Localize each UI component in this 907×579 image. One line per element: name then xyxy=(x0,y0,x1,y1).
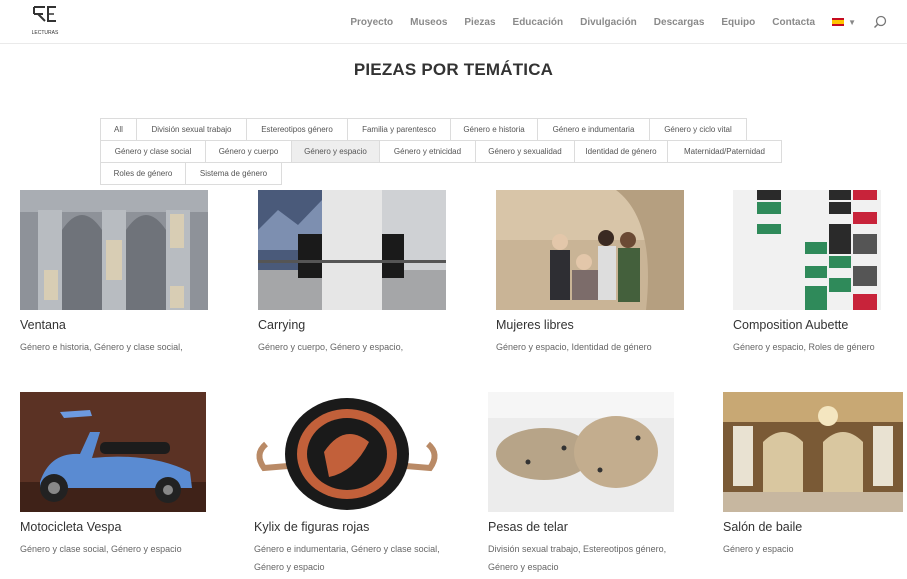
site-header: LECTURAS Proyecto Museos Piezas Educació… xyxy=(0,0,907,44)
piece-tags: Género y cuerpo, Género y espacio, xyxy=(258,342,404,352)
filter-genero-ciclo-vital[interactable]: Género y ciclo vital xyxy=(649,118,747,141)
page-title: PIEZAS POR TEMÁTICA xyxy=(353,60,554,79)
piece-card[interactable]: Pesas de telar División sexual trabajo, … xyxy=(488,392,688,576)
filter-all[interactable]: All xyxy=(100,118,137,141)
spain-flag-icon xyxy=(832,18,845,26)
main-nav: Proyecto Museos Piezas Educación Divulga… xyxy=(333,0,887,44)
piece-image-mujeres-libres[interactable] xyxy=(496,190,684,310)
piece-image-composition-aubette[interactable] xyxy=(733,190,881,310)
piece-title[interactable]: Mujeres libres xyxy=(496,318,696,332)
site-logo[interactable]: LECTURAS xyxy=(30,4,60,38)
filter-familia-parentesco[interactable]: Familia y parentesco xyxy=(347,118,451,141)
filter-genero-etnicidad[interactable]: Género y etnicidad xyxy=(379,140,476,163)
piece-card[interactable]: Mujeres libres Género y espacio, Identid… xyxy=(496,190,696,356)
piece-title[interactable]: Ventana xyxy=(20,318,220,332)
piece-card[interactable]: Carrying Género y cuerpo, Género y espac… xyxy=(258,190,458,356)
nav-equipo[interactable]: Equipo xyxy=(721,17,755,28)
filter-genero-espacio[interactable]: Género y espacio xyxy=(291,140,380,163)
category-filters: All División sexual trabajo Estereotipos… xyxy=(100,118,800,185)
nav-educacion[interactable]: Educación xyxy=(513,17,564,28)
piece-tags: Género y clase social, Género y espacio xyxy=(20,544,182,554)
piece-image-motocicleta-vespa[interactable] xyxy=(20,392,206,512)
piece-card[interactable]: Ventana Género e historia, Género y clas… xyxy=(20,190,220,356)
piece-card[interactable]: Motocicleta Vespa Género y clase social,… xyxy=(20,392,220,558)
nav-piezas[interactable]: Piezas xyxy=(464,17,495,28)
piece-title[interactable]: Salón de baile xyxy=(723,520,903,534)
piece-title[interactable]: Pesas de telar xyxy=(488,520,688,534)
piece-card[interactable]: Salón de baile Género y espacio xyxy=(723,392,903,558)
piece-tags: Género y espacio, Roles de género xyxy=(733,342,875,352)
piece-image-salon-de-baile[interactable] xyxy=(723,392,903,512)
piece-image-carrying[interactable] xyxy=(258,190,446,310)
search-icon[interactable] xyxy=(873,15,887,29)
nav-proyecto[interactable]: Proyecto xyxy=(350,17,393,28)
filter-row: All División sexual trabajo Estereotipos… xyxy=(100,118,800,141)
piece-image-pesas-de-telar[interactable] xyxy=(488,392,674,512)
filter-row: Género y clase social Género y cuerpo Gé… xyxy=(100,140,800,163)
filter-estereotipos-genero[interactable]: Estereotipos género xyxy=(246,118,348,141)
piece-card[interactable]: Kylix de figuras rojas Género e indument… xyxy=(254,392,454,576)
piece-title[interactable]: Kylix de figuras rojas xyxy=(254,520,454,534)
piece-card[interactable]: Composition Aubette Género y espacio, Ro… xyxy=(733,190,903,356)
piece-tags: Género e indumentaria, Género y clase so… xyxy=(254,544,440,572)
logo-wordmark: LECTURAS xyxy=(32,30,59,36)
section-gap xyxy=(0,358,907,388)
filter-sistema-genero[interactable]: Sistema de género xyxy=(185,162,282,185)
nav-contacta[interactable]: Contacta xyxy=(772,17,815,28)
filter-division-sexual-trabajo[interactable]: División sexual trabajo xyxy=(136,118,247,141)
piece-image-kylix[interactable] xyxy=(254,392,440,512)
piece-tags: Género e historia, Género y clase social… xyxy=(20,342,183,352)
filter-genero-historia[interactable]: Género e historia xyxy=(450,118,538,141)
piece-title[interactable]: Composition Aubette xyxy=(733,318,903,332)
filter-genero-sexualidad[interactable]: Género y sexualidad xyxy=(475,140,575,163)
nav-descargas[interactable]: Descargas xyxy=(654,17,705,28)
piece-title[interactable]: Carrying xyxy=(258,318,458,332)
filter-roles-genero[interactable]: Roles de género xyxy=(100,162,186,185)
filter-genero-cuerpo[interactable]: Género y cuerpo xyxy=(205,140,292,163)
filter-identidad-genero[interactable]: Identidad de género xyxy=(574,140,668,163)
piece-tags: Género y espacio, Identidad de género xyxy=(496,342,652,352)
nav-divulgacion[interactable]: Divulgación xyxy=(580,17,637,28)
filter-genero-clase-social[interactable]: Género y clase social xyxy=(100,140,206,163)
chevron-down-icon: ▼ xyxy=(848,17,856,27)
filter-maternidad-paternidad[interactable]: Maternidad/Paternidad xyxy=(667,140,782,163)
filter-row: Roles de género Sistema de género xyxy=(100,162,800,185)
piece-tags: División sexual trabajo, Estereotipos gé… xyxy=(488,544,667,572)
piece-title[interactable]: Motocicleta Vespa xyxy=(20,520,220,534)
language-selector[interactable]: ▼ xyxy=(832,18,856,27)
piece-image-ventana[interactable] xyxy=(20,190,208,310)
filter-genero-indumentaria[interactable]: Género e indumentaria xyxy=(537,118,650,141)
nav-museos[interactable]: Museos xyxy=(410,17,447,28)
piece-tags: Género y espacio xyxy=(723,544,794,554)
